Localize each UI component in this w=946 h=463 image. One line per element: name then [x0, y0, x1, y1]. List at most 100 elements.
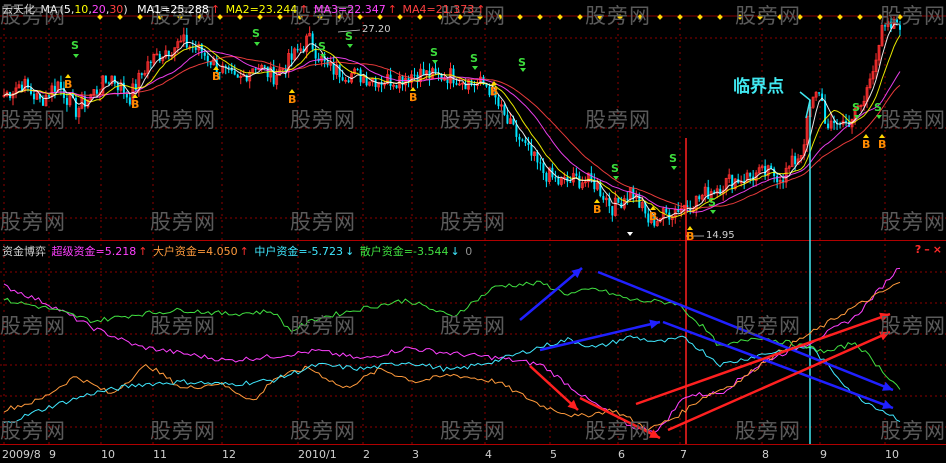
candle: [530, 144, 533, 156]
candle: [185, 34, 188, 48]
stock-name: 云天化: [2, 3, 35, 16]
close-icon[interactable]: ×: [933, 243, 942, 256]
watermark: 股旁网: [150, 314, 216, 338]
period-marker: [697, 14, 703, 20]
candle: [821, 93, 824, 101]
buy-signal: B: [288, 93, 297, 106]
candle: [206, 55, 209, 62]
candle: [518, 136, 521, 140]
x-tick-label: 9: [820, 448, 827, 461]
candle: [515, 124, 518, 137]
watermark: 股旁网: [440, 210, 506, 234]
candle: [254, 68, 257, 70]
candle: [311, 33, 314, 50]
candle: [611, 206, 614, 216]
candle: [140, 73, 143, 75]
watermark: 股旁网: [585, 419, 651, 443]
period-marker: [577, 14, 583, 20]
watermark: 股旁网: [880, 419, 946, 443]
candle: [833, 121, 836, 124]
ma3-value: MA3=22.347: [314, 3, 386, 16]
watermark: 股旁网: [290, 419, 356, 443]
x-tick-label: 7: [680, 448, 687, 461]
help-icon[interactable]: ?: [915, 243, 921, 256]
watermark: 股旁网: [585, 4, 651, 28]
ma-param-2: 10: [74, 3, 89, 16]
candle: [314, 49, 317, 59]
candle: [194, 47, 197, 50]
candle: [536, 152, 539, 163]
watermark: 股旁网: [440, 419, 506, 443]
candle: [209, 61, 212, 65]
candle: [347, 80, 350, 83]
critical-point-pointer: [799, 91, 811, 119]
sell-signal: S: [430, 46, 438, 59]
sell-signal: S: [252, 27, 260, 40]
fund-line: [3, 267, 901, 434]
candle: [698, 196, 701, 200]
sell-arrow: [671, 166, 677, 170]
watermark: 股旁网: [0, 210, 66, 234]
trend-arrow-head: [649, 319, 660, 329]
buy-signal: B: [409, 91, 418, 104]
x-tick-label: 2: [363, 448, 370, 461]
ma3-arrow: ↑: [387, 3, 397, 16]
candle: [341, 77, 344, 81]
big-fund-value: 大户资金=4.050: [152, 245, 238, 258]
candle: [434, 68, 437, 73]
ma-param-4: 30: [109, 3, 124, 16]
candle: [422, 69, 425, 76]
candle: [602, 196, 605, 200]
x-tick-label: 2010/1: [298, 448, 337, 461]
watermark: 股旁网: [290, 210, 356, 234]
candle: [527, 142, 530, 145]
candle: [818, 92, 821, 94]
watermark: 股旁网: [880, 210, 946, 234]
minimize-icon[interactable]: –: [924, 243, 930, 256]
marker-arrow: [627, 232, 633, 236]
period-marker: [537, 14, 543, 20]
candle: [296, 48, 299, 51]
candle: [53, 85, 56, 92]
candle: [236, 74, 239, 78]
candle: [545, 173, 548, 182]
candle: [542, 163, 545, 174]
candle: [578, 175, 581, 188]
sell-arrow: [710, 210, 716, 214]
watermark: 股旁网: [0, 314, 66, 338]
sell-signal: S: [71, 39, 79, 52]
trend-arrow: [539, 320, 661, 352]
candle: [47, 95, 50, 97]
candle: [395, 85, 398, 88]
candle: [227, 67, 230, 69]
candle: [356, 69, 359, 71]
trend-arrow: [519, 267, 583, 321]
candle: [665, 208, 668, 213]
candle: [506, 114, 509, 124]
x-tick-label: 12: [222, 448, 236, 461]
watermark: 股旁网: [880, 4, 946, 28]
x-tick-label: 4: [485, 448, 492, 461]
period-marker: [677, 14, 683, 20]
candle: [233, 70, 236, 75]
sell-signal: S: [318, 40, 326, 53]
period-marker: [657, 14, 663, 20]
sell-signal: S: [518, 56, 526, 69]
candle: [521, 139, 524, 141]
candle: [203, 52, 206, 56]
sell-arrow: [347, 44, 353, 48]
candle: [125, 93, 128, 98]
watermark: 股旁网: [880, 108, 946, 132]
x-tick-label: 9: [49, 448, 56, 461]
sell-signal: S: [345, 30, 353, 43]
watermark: 股旁网: [150, 210, 216, 234]
candle: [149, 61, 152, 64]
period-marker: [857, 14, 863, 20]
candle: [455, 83, 458, 85]
fund-legend: 资金博弈 超级资金=5.218 ↑ 大户资金=4.050 ↑ 中户资金=-5.723…: [2, 245, 474, 259]
ma4-arrow: ↑: [476, 3, 486, 16]
ma2-value: MA2=23.244: [225, 3, 298, 16]
candle: [263, 65, 266, 67]
ma2-arrow: ↑: [299, 3, 309, 16]
watermark: 股旁网: [0, 108, 66, 132]
